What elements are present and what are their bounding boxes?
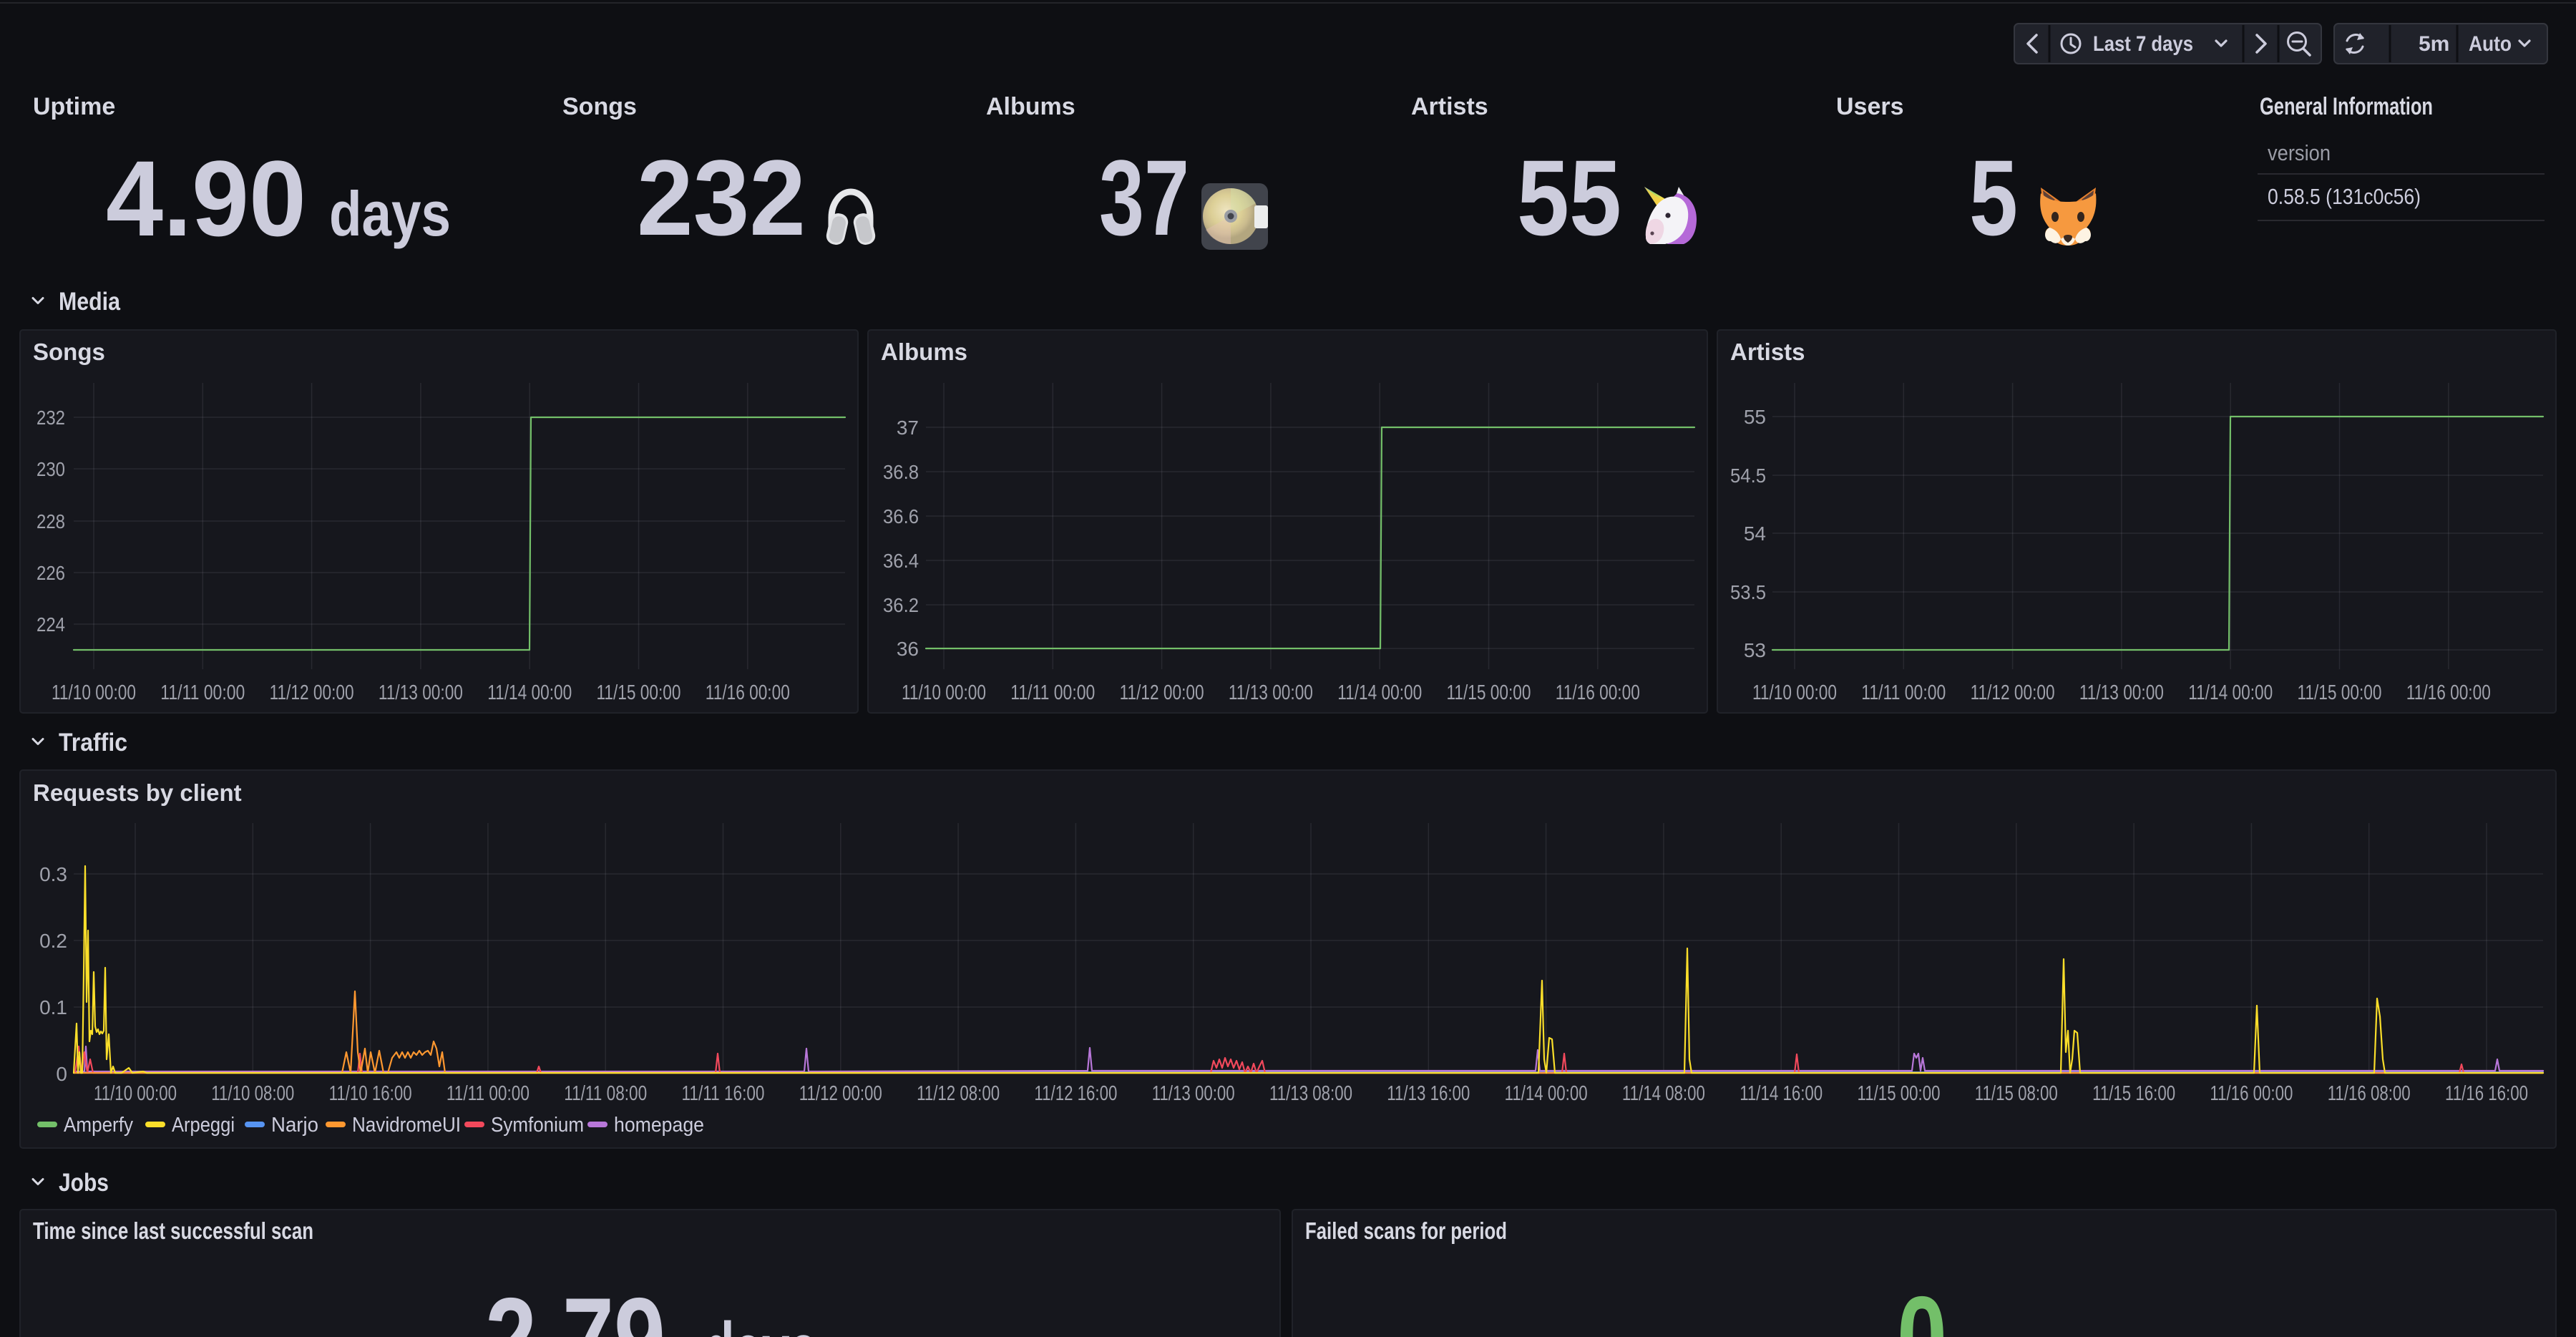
svg-text:0.2: 0.2 <box>39 930 67 952</box>
svg-text:36.6: 36.6 <box>883 505 919 527</box>
svg-text:5m: 5m <box>2419 32 2449 56</box>
svg-text:11/11 08:00: 11/11 08:00 <box>564 1082 647 1105</box>
svg-text:11/15 00:00: 11/15 00:00 <box>1447 681 1531 704</box>
svg-text:11/10 00:00: 11/10 00:00 <box>1752 681 1837 704</box>
svg-text:36.8: 36.8 <box>883 461 919 483</box>
svg-text:11/16 16:00: 11/16 16:00 <box>2445 1082 2528 1105</box>
svg-text:Uptime: Uptime <box>33 93 115 120</box>
svg-text:11/16 00:00: 11/16 00:00 <box>1556 681 1640 704</box>
svg-text:Amperfy: Amperfy <box>64 1114 133 1137</box>
svg-text:11/16 00:00: 11/16 00:00 <box>706 681 790 704</box>
svg-text:53: 53 <box>1744 639 1766 661</box>
svg-text:232: 232 <box>36 407 65 429</box>
svg-text:Songs: Songs <box>562 93 637 120</box>
svg-text:Narjo: Narjo <box>271 1114 318 1137</box>
svg-text:11/13 00:00: 11/13 00:00 <box>2079 681 2164 704</box>
svg-text:days: days <box>704 1306 817 1337</box>
svg-text:0.1: 0.1 <box>39 996 67 1018</box>
svg-text:11/11 00:00: 11/11 00:00 <box>1861 681 1946 704</box>
svg-text:11/12 00:00: 11/12 00:00 <box>1120 681 1204 704</box>
svg-text:55: 55 <box>1744 406 1766 428</box>
svg-text:5: 5 <box>1969 137 2018 258</box>
svg-text:Symfonium: Symfonium <box>491 1114 584 1137</box>
svg-text:version: version <box>2268 140 2331 165</box>
svg-text:0.58.5 (131c0c56): 0.58.5 (131c0c56) <box>2268 184 2421 209</box>
svg-text:General Information: General Information <box>2260 93 2433 120</box>
svg-text:11/12 00:00: 11/12 00:00 <box>270 681 354 704</box>
svg-text:232: 232 <box>637 137 806 258</box>
svg-text:11/16 00:00: 11/16 00:00 <box>2406 681 2491 704</box>
svg-text:11/11 16:00: 11/11 16:00 <box>682 1082 765 1105</box>
svg-text:days: days <box>329 178 451 249</box>
svg-text:Albums: Albums <box>986 93 1075 120</box>
svg-text:11/14 00:00: 11/14 00:00 <box>487 681 572 704</box>
svg-text:11/10 00:00: 11/10 00:00 <box>52 681 136 704</box>
svg-text:11/12 16:00: 11/12 16:00 <box>1034 1082 1117 1105</box>
svg-text:11/13 00:00: 11/13 00:00 <box>379 681 463 704</box>
svg-text:55: 55 <box>1517 137 1621 258</box>
svg-text:11/14 08:00: 11/14 08:00 <box>1622 1082 1705 1105</box>
svg-text:11/15 00:00: 11/15 00:00 <box>1858 1082 1941 1105</box>
svg-text:NavidromeUI: NavidromeUI <box>352 1114 461 1137</box>
svg-text:11/11 00:00: 11/11 00:00 <box>1010 681 1095 704</box>
svg-text:11/11 00:00: 11/11 00:00 <box>160 681 245 704</box>
svg-text:11/13 00:00: 11/13 00:00 <box>1152 1082 1235 1105</box>
svg-text:Artists: Artists <box>1730 339 1805 365</box>
svg-text:11/12 00:00: 11/12 00:00 <box>799 1082 882 1105</box>
svg-text:Jobs: Jobs <box>59 1169 109 1197</box>
svg-text:36: 36 <box>897 638 919 660</box>
svg-text:11/16 00:00: 11/16 00:00 <box>2210 1082 2293 1105</box>
svg-text:11/15 16:00: 11/15 16:00 <box>2092 1082 2175 1105</box>
svg-text:11/14 16:00: 11/14 16:00 <box>1740 1082 1823 1105</box>
svg-text:Media: Media <box>59 288 120 316</box>
svg-text:11/10 00:00: 11/10 00:00 <box>902 681 986 704</box>
svg-text:11/13 16:00: 11/13 16:00 <box>1387 1082 1470 1105</box>
svg-text:37: 37 <box>1099 137 1189 258</box>
svg-text:54.5: 54.5 <box>1730 465 1766 487</box>
svg-text:36.2: 36.2 <box>883 594 919 616</box>
svg-text:homepage: homepage <box>614 1114 704 1137</box>
svg-text:Auto: Auto <box>2469 32 2512 56</box>
svg-text:228: 228 <box>36 510 65 533</box>
svg-text:Albums: Albums <box>881 339 967 365</box>
svg-text:Arpeggi: Arpeggi <box>172 1114 235 1137</box>
svg-text:11/14 00:00: 11/14 00:00 <box>2188 681 2273 704</box>
svg-text:54: 54 <box>1744 522 1766 545</box>
svg-text:4.90: 4.90 <box>106 138 306 258</box>
svg-text:36.4: 36.4 <box>883 550 919 572</box>
svg-text:11/12 08:00: 11/12 08:00 <box>917 1082 1000 1105</box>
svg-text:11/14 00:00: 11/14 00:00 <box>1505 1082 1588 1105</box>
svg-text:0: 0 <box>56 1063 67 1085</box>
svg-text:11/13 00:00: 11/13 00:00 <box>1229 681 1313 704</box>
svg-text:11/15 00:00: 11/15 00:00 <box>597 681 681 704</box>
svg-text:Time since last successful sca: Time since last successful scan <box>33 1217 313 1244</box>
svg-text:0.3: 0.3 <box>39 863 67 885</box>
svg-text:11/14 00:00: 11/14 00:00 <box>1337 681 1422 704</box>
svg-text:230: 230 <box>36 458 65 480</box>
svg-text:Requests by client: Requests by client <box>33 779 242 806</box>
svg-text:11/16 08:00: 11/16 08:00 <box>2328 1082 2411 1105</box>
svg-text:Failed scans for period: Failed scans for period <box>1305 1217 1507 1244</box>
svg-text:Traffic: Traffic <box>59 729 127 757</box>
svg-text:11/11 00:00: 11/11 00:00 <box>447 1082 530 1105</box>
svg-text:0: 0 <box>1897 1273 1947 1337</box>
svg-text:224: 224 <box>36 613 65 636</box>
svg-text:11/10 16:00: 11/10 16:00 <box>329 1082 412 1105</box>
svg-text:37: 37 <box>897 417 919 439</box>
svg-text:2.79: 2.79 <box>485 1274 665 1337</box>
svg-text:11/10 00:00: 11/10 00:00 <box>94 1082 177 1105</box>
svg-text:11/15 00:00: 11/15 00:00 <box>2298 681 2382 704</box>
svg-text:11/15 08:00: 11/15 08:00 <box>1975 1082 2058 1105</box>
svg-text:53.5: 53.5 <box>1730 581 1766 603</box>
svg-text:11/10 08:00: 11/10 08:00 <box>211 1082 294 1105</box>
svg-text:11/13 08:00: 11/13 08:00 <box>1269 1082 1352 1105</box>
svg-text:11/12 00:00: 11/12 00:00 <box>1971 681 2055 704</box>
svg-text:Last 7 days: Last 7 days <box>2093 32 2193 56</box>
svg-text:Users: Users <box>1836 93 1904 120</box>
svg-text:Artists: Artists <box>1411 93 1488 120</box>
svg-text:226: 226 <box>36 562 65 584</box>
svg-text:Songs: Songs <box>33 339 105 365</box>
